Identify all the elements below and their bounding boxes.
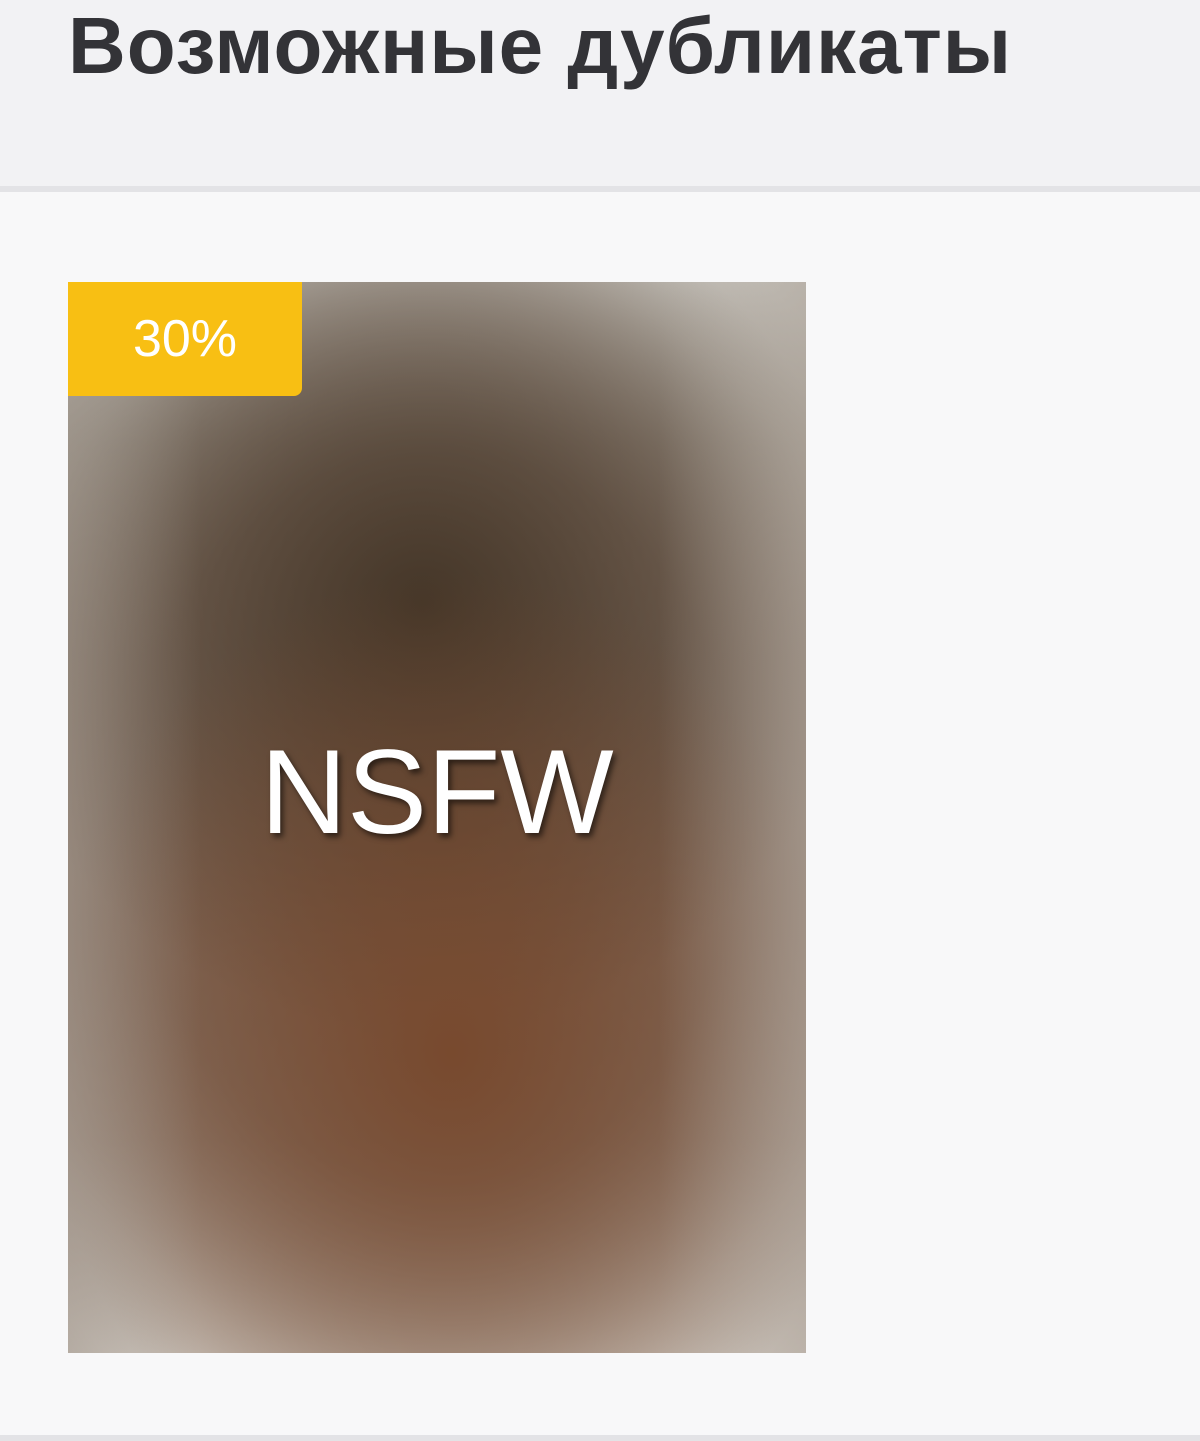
duplicate-card[interactable]: 30% NSFW <box>68 282 806 1353</box>
similarity-badge: 30% <box>68 282 302 396</box>
duplicates-list: 30% NSFW <box>0 192 1200 1435</box>
nsfw-label: NSFW <box>260 725 614 859</box>
page-title: Возможные дубликаты <box>68 1 1013 90</box>
bottom-divider <box>0 1435 1200 1441</box>
page-header: Возможные дубликаты <box>0 0 1200 192</box>
